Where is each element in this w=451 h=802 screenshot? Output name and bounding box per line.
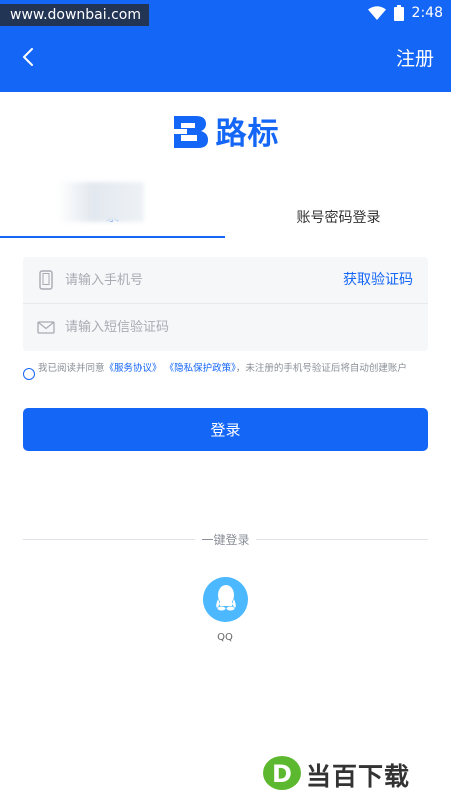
register-button[interactable]: 注册: [396, 44, 434, 74]
agreement-text: 我已阅读并同意《服务协议》 《隐私保护政策》，未注册的手机号验证后将自动创建账户: [38, 362, 433, 375]
watermark-logo: D 当百下载: [262, 755, 410, 795]
privacy-policy-link[interactable]: 《隐私保护政策》: [165, 363, 236, 374]
phone-input[interactable]: [65, 265, 335, 295]
watermark-text: 当百下载: [306, 762, 411, 791]
qq-label: QQ: [217, 632, 233, 643]
logo-mark-icon: [172, 114, 210, 154]
blurred-region: [58, 182, 144, 222]
agreement: 我已阅读并同意《服务协议》 《隐私保护政策》，未注册的手机号验证后将自动创建账户: [23, 362, 433, 380]
back-button[interactable]: [10, 42, 46, 76]
service-agreement-link[interactable]: 《服务协议》: [105, 363, 162, 374]
watermark-d-icon: D: [262, 755, 302, 795]
sms-code-input[interactable]: [65, 312, 405, 342]
get-code-button[interactable]: 获取验证码: [343, 269, 413, 291]
agreement-prefix: 我已阅读并同意: [38, 363, 105, 374]
status-icons: 2:48: [367, 3, 443, 23]
agreement-suffix: ，未注册的手机号验证后将自动创建账户: [235, 363, 407, 374]
login-button[interactable]: 登录: [23, 408, 428, 451]
login-form: 获取验证码: [23, 257, 428, 351]
battery-icon: [393, 5, 404, 21]
logo-text: 路标: [215, 116, 280, 152]
oneclick-divider: 一键登录: [23, 530, 428, 550]
wifi-icon: [367, 6, 386, 20]
divider-line: [256, 539, 428, 540]
tab-label: 账号密码登录: [296, 210, 381, 226]
divider-line: [23, 539, 195, 540]
status-time: 2:48: [411, 5, 443, 21]
phone-row: 获取验证码: [23, 257, 428, 304]
app-logo: 路标: [0, 112, 451, 156]
chevron-left-icon: [22, 48, 34, 70]
tab-password-login[interactable]: 账号密码登录: [226, 196, 451, 238]
agree-checkbox[interactable]: [23, 368, 35, 380]
mail-icon: [37, 318, 55, 338]
qq-login-button[interactable]: [203, 577, 248, 622]
app-bar: 注册: [0, 26, 451, 92]
watermark-url: www.downbai.com: [0, 4, 149, 26]
svg-text:D: D: [272, 760, 292, 788]
code-row: [23, 304, 428, 351]
qq-icon: [213, 584, 239, 616]
oneclick-label: 一键登录: [201, 533, 250, 547]
phone-icon: [37, 270, 55, 290]
